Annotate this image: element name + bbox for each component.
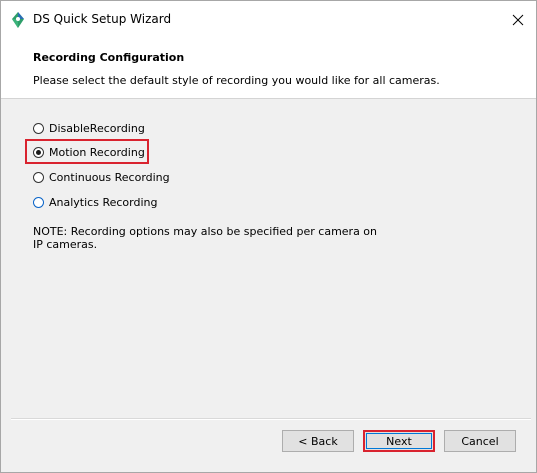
radio-label: DisableRecording: [49, 121, 145, 135]
radio-analytics-recording[interactable]: Analytics Recording: [33, 194, 157, 210]
note-text: NOTE: Recording options may also be spec…: [33, 225, 378, 251]
radio-button[interactable]: [33, 146, 44, 158]
radio-continuous-recording[interactable]: Continuous Recording: [33, 169, 170, 185]
radio-disable-recording[interactable]: DisableRecording: [33, 120, 145, 136]
cancel-button[interactable]: Cancel: [444, 430, 516, 452]
app-logo-icon: [10, 11, 26, 29]
radio-button[interactable]: [33, 122, 44, 134]
radio-label: Analytics Recording: [49, 195, 158, 209]
radio-label: Continuous Recording: [49, 170, 170, 184]
close-icon: [512, 11, 524, 30]
window-title: DS Quick Setup Wizard: [33, 12, 172, 26]
back-button[interactable]: < Back: [282, 430, 354, 452]
page-title: Recording Configuration: [33, 51, 185, 64]
wizard-window: DS Quick Setup Wizard Recording Configur…: [0, 0, 537, 473]
title-bar: DS Quick Setup Wizard: [1, 1, 536, 39]
page-subtitle: Please select the default style of recor…: [33, 74, 440, 87]
radio-button[interactable]: [33, 196, 44, 208]
close-button[interactable]: [500, 1, 536, 39]
footer-divider: [11, 418, 531, 420]
radio-label: Motion Recording: [49, 145, 145, 159]
radio-button[interactable]: [33, 171, 44, 183]
radio-motion-recording[interactable]: Motion Recording: [33, 144, 145, 160]
wizard-header: Recording Configuration Please select th…: [1, 39, 536, 99]
next-button[interactable]: Next: [363, 430, 435, 452]
